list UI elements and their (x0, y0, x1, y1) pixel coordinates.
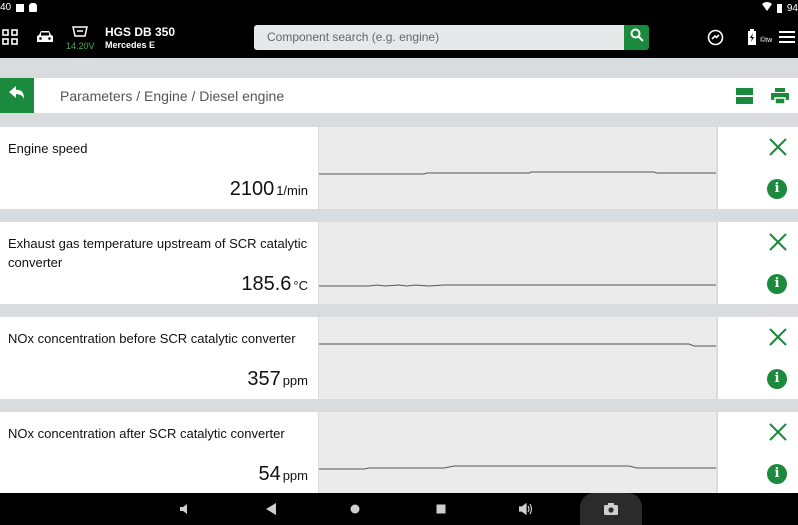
value-unit: ppm (282, 468, 308, 483)
car-icon[interactable] (36, 29, 54, 45)
parameter-value: 54 ppm (258, 463, 308, 486)
vehicle-name: Mercedes E (105, 40, 156, 50)
battery-charge-icon (748, 29, 756, 45)
wifi-icon (761, 2, 772, 14)
parameter-actions: i (718, 127, 798, 209)
home-nav-icon[interactable] (347, 501, 363, 517)
trend-graph (319, 317, 716, 399)
volume-up-icon[interactable] (518, 501, 534, 517)
search-icon (630, 28, 644, 47)
parameter-name: Engine speed (8, 141, 88, 156)
breadcrumb-bar: Parameters / Engine / Diesel engine (0, 78, 798, 113)
battery-status-icon (776, 3, 782, 13)
parameter-row: Engine speed 2100 1/min i (0, 127, 798, 209)
screenshot-button[interactable] (580, 493, 642, 525)
parameter-label-cell: Engine speed 2100 1/min (0, 127, 318, 209)
close-icon[interactable] (768, 232, 788, 252)
value-number: 2100 (229, 178, 275, 200)
android-nav-bar (0, 493, 798, 525)
parameter-row: Exhaust gas temperature upstream of SCR … (0, 222, 798, 304)
battery-voltage: 14.20V (66, 41, 95, 51)
parameter-row: NOx concentration before SCR catalytic c… (0, 317, 798, 399)
parameter-name: NOx concentration before SCR catalytic c… (8, 331, 296, 346)
parameter-value: 185.6 °C (241, 273, 308, 296)
search-button[interactable] (624, 25, 649, 50)
connection-icon[interactable] (707, 29, 724, 46)
trend-line (319, 284, 716, 287)
android-status-bar: 40 94 (0, 0, 798, 17)
recents-nav-icon[interactable] (433, 501, 449, 517)
value-unit: °C (293, 278, 308, 293)
close-icon[interactable] (768, 327, 788, 347)
parameter-label-cell: NOx concentration after SCR catalytic co… (0, 412, 318, 494)
info-icon[interactable]: i (767, 179, 787, 199)
value-number: 54 (258, 463, 281, 485)
volume-down-icon[interactable] (178, 501, 194, 517)
device-name: HGS DB 350 (105, 25, 176, 39)
parameter-actions: i (718, 222, 798, 304)
trend-line (319, 343, 716, 347)
parameter-label-cell: NOx concentration before SCR catalytic c… (0, 317, 318, 399)
camera-icon (603, 501, 619, 517)
parameter-name: Exhaust gas temperature upstream of SCR … (8, 236, 308, 270)
notification-icon (16, 3, 25, 12)
parameter-row: NOx concentration after SCR catalytic co… (0, 412, 798, 494)
battery-percent: 94 (786, 2, 798, 14)
trend-line (319, 465, 716, 470)
value-unit: 1/min (276, 183, 308, 198)
obd-connector-icon (72, 25, 88, 37)
print-icon[interactable] (771, 87, 789, 104)
hamburger-menu-icon[interactable] (779, 30, 795, 44)
parameter-name: NOx concentration after SCR catalytic co… (8, 426, 285, 441)
info-icon[interactable]: i (767, 274, 787, 294)
grid-menu-icon[interactable] (2, 29, 18, 45)
breadcrumb: Parameters / Engine / Diesel engine (60, 88, 285, 104)
trend-line (319, 171, 716, 175)
parameter-actions: i (718, 412, 798, 494)
back-arrow-icon (9, 86, 25, 105)
parameter-actions: i (718, 317, 798, 399)
battery-label: ©tw (760, 37, 773, 44)
value-number: 185.6 (241, 273, 292, 295)
info-icon[interactable]: i (767, 464, 787, 484)
android-icon (29, 3, 38, 12)
trend-graph (319, 222, 716, 304)
value-unit: ppm (282, 373, 308, 388)
back-button[interactable] (0, 78, 34, 113)
app-header: 14.20V HGS DB 350 Mercedes E Component s… (0, 17, 798, 58)
info-icon[interactable]: i (767, 369, 787, 389)
close-icon[interactable] (768, 137, 788, 157)
status-time: 40 (0, 2, 12, 13)
value-number: 357 (247, 368, 281, 390)
component-search-input[interactable]: Component search (e.g. engine) (254, 25, 624, 50)
trend-graph (319, 127, 716, 209)
back-nav-icon[interactable] (263, 501, 279, 517)
parameter-value: 2100 1/min (230, 178, 308, 201)
close-icon[interactable] (768, 422, 788, 442)
parameter-label-cell: Exhaust gas temperature upstream of SCR … (0, 222, 318, 304)
layout-toggle-icon[interactable] (736, 87, 753, 104)
trend-graph (319, 412, 716, 494)
parameter-value: 357 ppm (247, 368, 308, 391)
